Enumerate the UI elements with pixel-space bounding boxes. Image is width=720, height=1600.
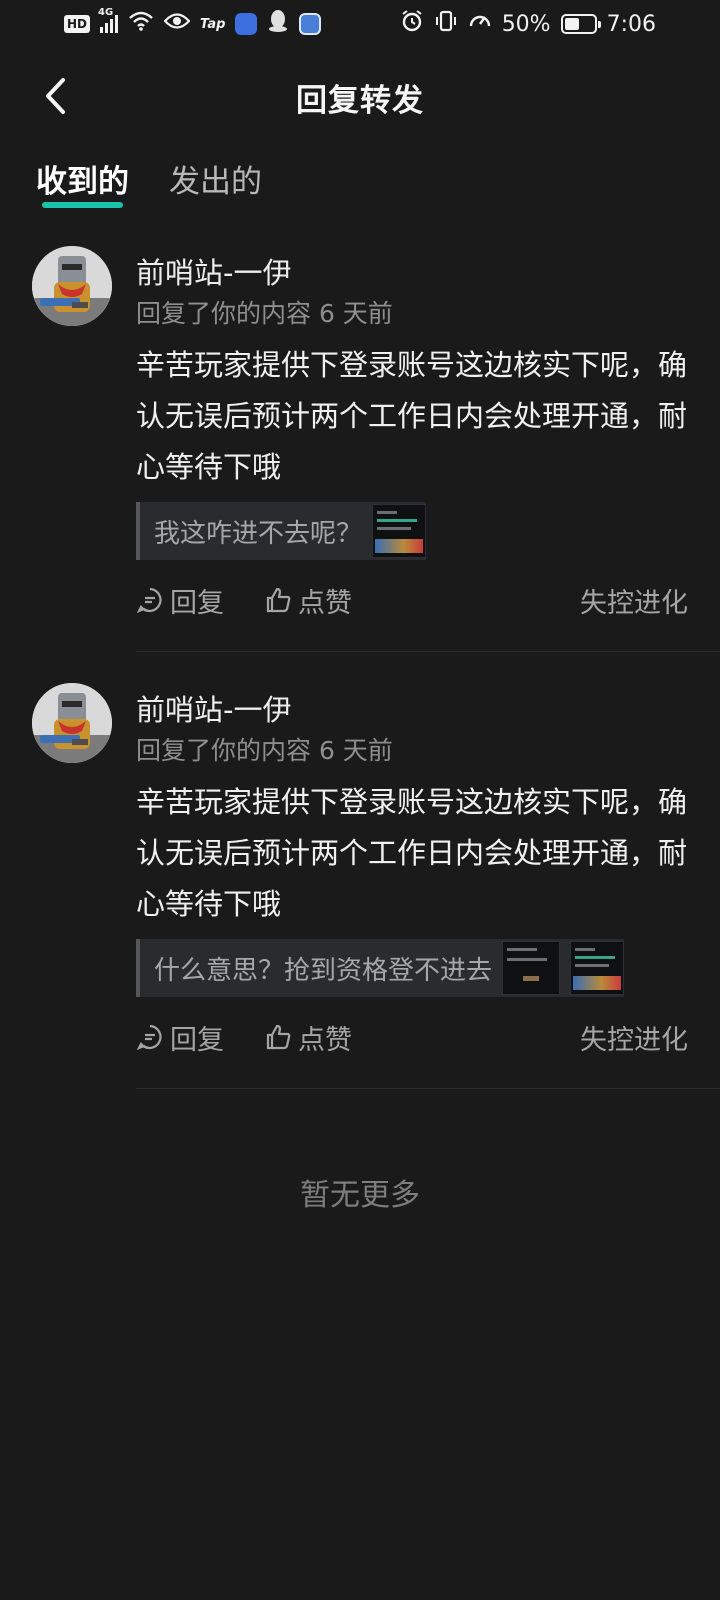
network-type-label: 4G <box>98 7 114 18</box>
quoted-text: 什么意思？抢到资格登不进去 <box>154 955 493 986</box>
like-label: 点赞 <box>298 587 352 619</box>
reply-text[interactable]: 辛苦玩家提供下登录账号这边核实下呢，确认无误后预计两个工作日内会处理开通，耐心等… <box>136 340 688 493</box>
tab-received[interactable]: 收到的 <box>36 156 129 208</box>
avatar[interactable] <box>32 246 112 326</box>
battery-icon <box>560 14 601 34</box>
header: 回复转发 <box>0 62 720 132</box>
thumbs-up-icon <box>266 587 291 613</box>
wifi-icon <box>128 10 154 38</box>
reply-list: 前哨站-一伊 回复了你的内容 6 天前 辛苦玩家提供下登录账号这边核实下呢，确认… <box>0 238 720 1112</box>
reply-meta: 回复了你的内容 6 天前 <box>136 299 393 328</box>
back-button[interactable] <box>34 74 78 118</box>
battery-percent: 50% <box>501 11 551 37</box>
reply-text[interactable]: 辛苦玩家提供下登录账号这边核实下呢，确认无误后预计两个工作日内会处理开通，耐心等… <box>136 777 688 930</box>
hd-badge: HD <box>64 15 91 33</box>
reply-button[interactable]: 回复 <box>136 581 224 620</box>
quoted-thumbnail <box>570 941 625 995</box>
active-tab-indicator <box>42 202 123 208</box>
source-game-link[interactable]: 失控进化 <box>580 581 688 620</box>
alarm-icon <box>400 9 424 39</box>
avatar-image <box>32 683 112 763</box>
reply-meta: 回复了你的内容 6 天前 <box>136 736 393 765</box>
author-name[interactable]: 前哨站-一伊 <box>136 687 291 729</box>
tab-label: 收到的 <box>36 164 129 200</box>
source-game-link[interactable]: 失控进化 <box>580 1018 688 1057</box>
reply-actions: 回复 点赞 失控进化 <box>136 1015 688 1059</box>
browser-app-icon <box>235 13 258 35</box>
speed-gauge-icon <box>468 9 492 39</box>
qq-icon <box>267 9 289 39</box>
quoted-content[interactable]: 什么意思？抢到资格登不进去 <box>136 939 625 997</box>
tap-app-icon: Tap <box>200 16 226 32</box>
eye-icon <box>163 11 191 37</box>
avatar[interactable] <box>32 683 112 763</box>
quoted-thumbnail <box>502 941 561 995</box>
like-button[interactable]: 点赞 <box>264 581 352 620</box>
battery-level <box>564 18 579 30</box>
reply-label: 回复 <box>170 587 224 619</box>
clock: 7:06 <box>606 11 656 37</box>
no-more-text: 暂无更多 <box>300 1178 420 1213</box>
reply-label: 回复 <box>170 1024 224 1056</box>
tab-sent[interactable]: 发出的 <box>169 156 262 208</box>
reply-button[interactable]: 回复 <box>136 1018 224 1057</box>
security-app-icon <box>299 13 322 35</box>
status-right: 50% 7:06 <box>400 9 656 39</box>
signal-icon: 4G <box>98 7 119 33</box>
status-bar: HD 4G Tap 50% 7:06 <box>0 0 720 48</box>
quoted-thumbnail <box>372 504 427 558</box>
divider <box>136 651 720 652</box>
page-title: 回复转发 <box>296 82 424 119</box>
like-label: 点赞 <box>298 1024 352 1056</box>
divider <box>136 1088 720 1089</box>
like-button[interactable]: 点赞 <box>264 1018 352 1057</box>
reply-actions: 回复 点赞 失控进化 <box>136 578 688 622</box>
status-left: HD 4G Tap <box>64 7 322 39</box>
author-name[interactable]: 前哨站-一伊 <box>136 250 291 292</box>
chevron-left-icon <box>46 78 65 114</box>
tab-bar: 收到的 发出的 <box>36 156 262 216</box>
comment-icon <box>136 587 162 614</box>
reply-card: 前哨站-一伊 回复了你的内容 6 天前 辛苦玩家提供下登录账号这边核实下呢，确认… <box>0 238 720 675</box>
quoted-content[interactable]: 我这咋进不去呢？ <box>136 502 427 560</box>
reply-card: 前哨站-一伊 回复了你的内容 6 天前 辛苦玩家提供下登录账号这边核实下呢，确认… <box>0 675 720 1112</box>
thumbs-up-icon <box>266 1024 291 1050</box>
avatar-image <box>32 246 112 326</box>
vibrate-icon <box>434 9 458 39</box>
quoted-text: 我这咋进不去呢？ <box>154 518 363 549</box>
tab-label: 发出的 <box>169 164 262 200</box>
comment-icon <box>136 1024 162 1051</box>
